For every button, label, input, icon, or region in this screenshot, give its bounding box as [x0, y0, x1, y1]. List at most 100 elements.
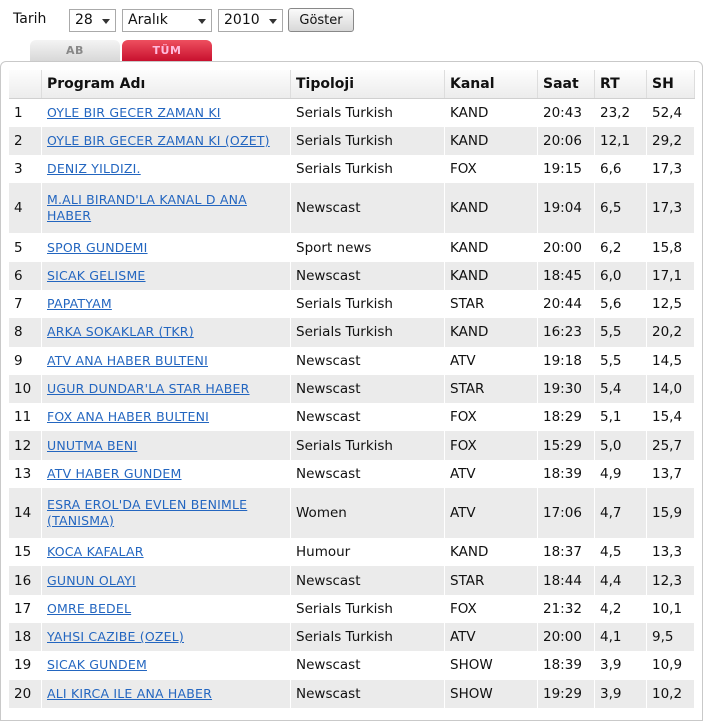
program-link[interactable]: DENIZ YILDIZI. — [47, 161, 141, 176]
sh-cell: 20,2 — [646, 318, 695, 347]
table-row: 5 SPOR GUNDEMI Sport news KAND 20:00 6,2 15,8 — [9, 233, 695, 262]
program-link[interactable]: FOX ANA HABER BULTENI — [47, 409, 209, 424]
typology-cell: Newscast — [290, 651, 445, 680]
program-link[interactable]: OYLE BIR GECER ZAMAN KI (OZET) — [47, 133, 270, 148]
program-link[interactable]: KOCA KAFALAR — [47, 544, 144, 559]
sh-cell: 29,2 — [646, 126, 695, 156]
typology-cell: Newscast — [290, 374, 445, 404]
table-header-row: Program Adı Tipoloji Kanal Saat RT SH — [9, 70, 695, 99]
channel-cell: SHOW — [444, 679, 538, 708]
rank-cell: 17 — [9, 594, 42, 623]
program-link[interactable]: PAPATYAM — [47, 296, 112, 311]
table-row: 16 GUNUN OLAYI Newscast STAR 18:44 4,4 12,3 — [9, 566, 695, 595]
program-cell: SICAK GUNDEM — [41, 651, 291, 680]
header-sh: SH — [646, 70, 695, 99]
table-row: 4 M.ALI BIRAND'LA KANAL D ANA HABER Newsca… — [9, 183, 695, 234]
month-select[interactable]: Aralık — [122, 9, 212, 32]
rt-cell: 4,5 — [594, 538, 647, 567]
date-label: Tarih — [13, 11, 47, 27]
rank-cell: 2 — [9, 126, 42, 156]
header-time: Saat — [537, 70, 595, 99]
show-button[interactable]: Göster — [288, 8, 354, 32]
rank-cell: 6 — [9, 261, 42, 290]
table-row: 12 UNUTMA BENI Serials Turkish FOX 15:29 5,0 2… — [9, 431, 695, 460]
time-cell: 20:00 — [537, 622, 595, 652]
program-cell: ALI KIRCA ILE ANA HABER — [41, 679, 291, 708]
rank-cell: 19 — [9, 651, 42, 680]
program-cell: OYLE BIR GECER ZAMAN KI — [41, 98, 291, 127]
rank-cell: 8 — [9, 318, 42, 347]
program-link[interactable]: ESRA EROL'DA EVLEN BENIMLE (TANISMA) — [47, 497, 247, 528]
day-select[interactable]: 28 — [69, 9, 116, 32]
typology-cell: Newscast — [290, 566, 445, 595]
rank-cell: 7 — [9, 289, 42, 319]
sh-cell: 9,5 — [646, 622, 695, 652]
sh-cell: 12,3 — [646, 566, 695, 595]
sh-cell: 17,3 — [646, 155, 695, 184]
table-row: 20 ALI KIRCA ILE ANA HABER Newscast SHOW 19:… — [9, 679, 695, 708]
time-cell: 19:29 — [537, 679, 595, 708]
time-cell: 20:06 — [537, 126, 595, 156]
program-link[interactable]: ALI KIRCA ILE ANA HABER — [47, 686, 212, 701]
rt-cell: 12,1 — [594, 126, 647, 156]
program-link[interactable]: UNUTMA BENI — [47, 438, 137, 453]
program-link[interactable]: SICAK GUNDEM — [47, 657, 147, 672]
chevron-down-icon — [102, 19, 110, 24]
year-select[interactable]: 2010 — [218, 9, 283, 32]
time-cell: 19:15 — [537, 155, 595, 184]
rt-cell: 4,1 — [594, 622, 647, 652]
channel-cell: KAND — [444, 538, 538, 567]
table-row: 10 UGUR DUNDAR'LA STAR HABER Newscast STAR 1… — [9, 374, 695, 404]
tab-ab[interactable]: AB — [30, 40, 120, 61]
tab-tum[interactable]: TÜM — [122, 40, 212, 61]
typology-cell: Newscast — [290, 346, 445, 375]
table-row: 8 ARKA SOKAKLAR (TKR) Serials Turkish KAND 1… — [9, 318, 695, 347]
program-link[interactable]: SPOR GUNDEMI — [47, 240, 148, 255]
channel-cell: KAND — [444, 318, 538, 347]
rank-cell: 5 — [9, 233, 42, 262]
program-cell: ATV ANA HABER BULTENI — [41, 346, 291, 375]
rank-cell: 9 — [9, 346, 42, 375]
time-cell: 17:06 — [537, 488, 595, 539]
program-link[interactable]: YAHSI CAZIBE (OZEL) — [47, 629, 184, 644]
year-value: 2010 — [224, 12, 260, 28]
program-cell: SICAK GELISME — [41, 261, 291, 290]
typology-cell: Newscast — [290, 459, 445, 489]
program-link[interactable]: UGUR DUNDAR'LA STAR HABER — [47, 381, 250, 396]
typology-cell: Serials Turkish — [290, 289, 445, 319]
table-row: 7 PAPATYAM Serials Turkish STAR 20:44 5,6 12,5 — [9, 289, 695, 319]
typology-cell: Serials Turkish — [290, 155, 445, 184]
table-row: 19 SICAK GUNDEM Newscast SHOW 18:39 3,9 10,9 — [9, 651, 695, 680]
program-link[interactable]: M.ALI BIRAND'LA KANAL D ANA HABER — [47, 192, 247, 223]
program-link[interactable]: ARKA SOKAKLAR (TKR) — [47, 324, 194, 339]
rt-cell: 6,5 — [594, 183, 647, 234]
program-link[interactable]: OMRE BEDEL — [47, 601, 131, 616]
rank-cell: 4 — [9, 183, 42, 234]
rt-cell: 3,9 — [594, 651, 647, 680]
program-link[interactable]: SICAK GELISME — [47, 268, 146, 283]
sh-cell: 14,5 — [646, 346, 695, 375]
channel-cell: STAR — [444, 566, 538, 595]
table-row: 9 ATV ANA HABER BULTENI Newscast ATV 19:18 5,… — [9, 346, 695, 375]
channel-cell: KAND — [444, 98, 538, 127]
sh-cell: 17,3 — [646, 183, 695, 234]
channel-cell: KAND — [444, 261, 538, 290]
sh-cell: 13,7 — [646, 459, 695, 489]
rank-cell: 18 — [9, 622, 42, 652]
channel-cell: FOX — [444, 155, 538, 184]
program-link[interactable]: ATV HABER GUNDEM — [47, 466, 182, 481]
program-cell: DENIZ YILDIZI. — [41, 155, 291, 184]
time-cell: 19:18 — [537, 346, 595, 375]
program-link[interactable]: ATV ANA HABER BULTENI — [47, 353, 208, 368]
rank-cell: 20 — [9, 679, 42, 708]
table-row: 3 DENIZ YILDIZI. Serials Turkish FOX 19:15 6,… — [9, 155, 695, 184]
typology-cell: Newscast — [290, 183, 445, 234]
table-body: 1 OYLE BIR GECER ZAMAN KI Serials Turkish K… — [9, 98, 695, 708]
rank-cell: 12 — [9, 431, 42, 460]
rank-cell: 13 — [9, 459, 42, 489]
program-link[interactable]: OYLE BIR GECER ZAMAN KI — [47, 105, 221, 120]
program-link[interactable]: GUNUN OLAYI — [47, 573, 136, 588]
channel-cell: KAND — [444, 126, 538, 156]
typology-cell: Women — [290, 488, 445, 539]
rt-cell: 5,5 — [594, 346, 647, 375]
